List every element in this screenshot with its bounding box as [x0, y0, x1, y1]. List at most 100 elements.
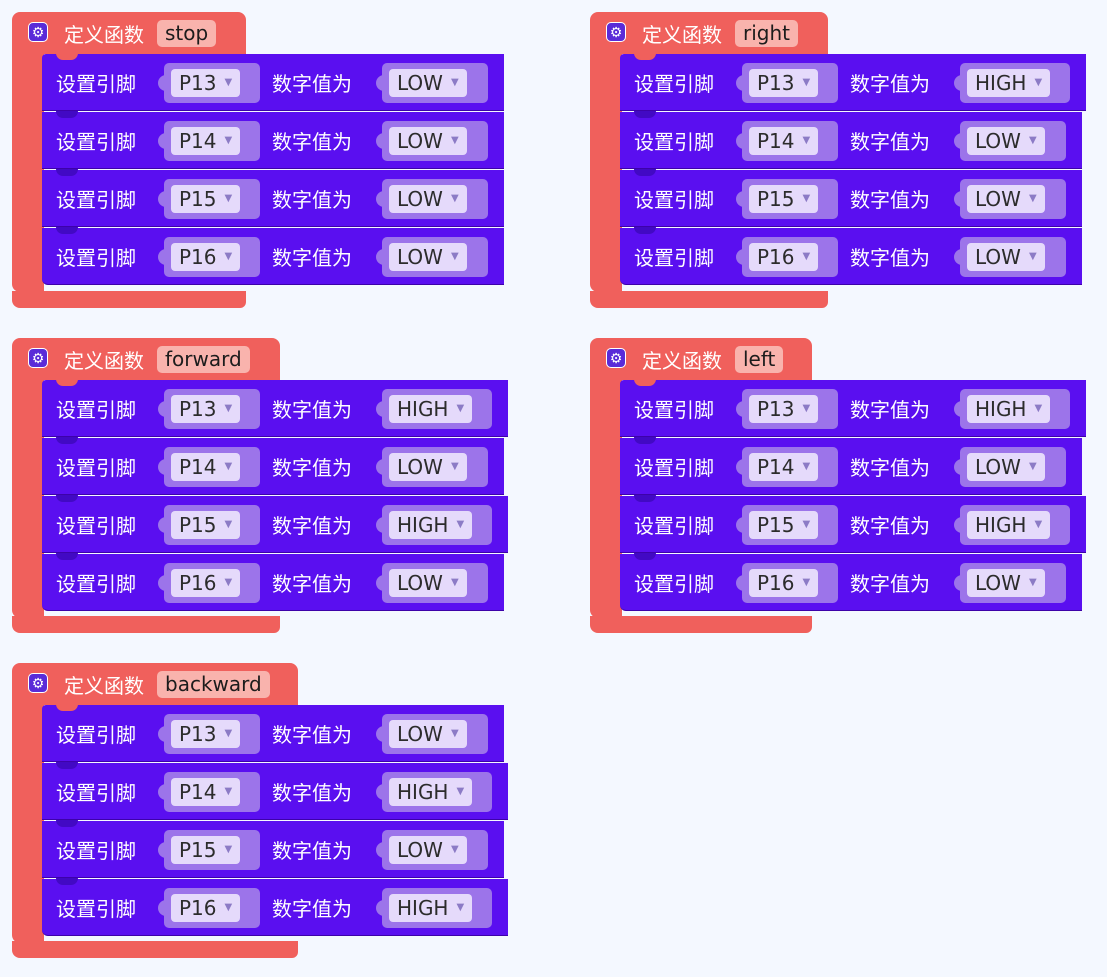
set-pin-block[interactable]: 设置引脚 P13 ▼ 数字值为 HIGH ▼ — [620, 53, 1086, 111]
pin-dropdown[interactable]: P16 ▼ — [171, 243, 241, 271]
level-dropdown[interactable]: LOW ▼ — [389, 836, 467, 864]
dropdown-caret-icon: ▼ — [224, 250, 233, 262]
set-pin-block[interactable]: 设置引脚 P13 ▼ 数字值为 LOW ▼ — [42, 704, 504, 762]
level-dropdown[interactable]: LOW ▼ — [389, 569, 467, 597]
pin-dropdown[interactable]: P14 ▼ — [171, 453, 241, 481]
block-notch — [56, 762, 78, 769]
pin-dropdown[interactable]: P16 ▼ — [171, 894, 241, 922]
function-name-field[interactable]: right — [735, 20, 798, 47]
level-dropdown[interactable]: HIGH ▼ — [389, 511, 473, 539]
set-pin-block[interactable]: 设置引脚 P16 ▼ 数字值为 LOW ▼ — [620, 227, 1082, 285]
level-value: HIGH — [397, 896, 449, 920]
set-pin-block[interactable]: 设置引脚 P13 ▼ 数字值为 HIGH ▼ — [42, 379, 508, 437]
gear-icon[interactable]: ⚙ — [28, 348, 48, 368]
pin-dropdown[interactable]: P14 ▼ — [171, 778, 241, 806]
pin-dropdown[interactable]: P13 ▼ — [749, 395, 819, 423]
level-dropdown[interactable]: LOW ▼ — [389, 185, 467, 213]
set-pin-block[interactable]: 设置引脚 P16 ▼ 数字值为 HIGH ▼ — [42, 878, 508, 936]
function-name-field[interactable]: left — [735, 346, 784, 373]
level-dropdown[interactable]: HIGH ▼ — [967, 69, 1051, 97]
block-notch — [56, 53, 78, 60]
set-pin-block[interactable]: 设置引脚 P15 ▼ 数字值为 LOW ▼ — [620, 169, 1082, 227]
set-pin-label: 设置引脚 — [634, 130, 714, 154]
level-dropdown[interactable]: HIGH ▼ — [967, 511, 1051, 539]
function-name-field[interactable]: backward — [157, 671, 270, 698]
function-block-forward[interactable]: ⚙ 定义函数 forward 设置引脚 P13 ▼ 数字值为 HIGH ▼ 设置引脚… — [12, 338, 508, 634]
pin-dropdown[interactable]: P16 ▼ — [749, 243, 819, 271]
pin-dropdown[interactable]: P13 ▼ — [749, 69, 819, 97]
value-input-slot: HIGH ▼ — [954, 505, 1070, 545]
set-pin-block[interactable]: 设置引脚 P15 ▼ 数字值为 LOW ▼ — [42, 820, 504, 878]
define-function-label: 定义函数 — [642, 23, 722, 47]
level-dropdown[interactable]: LOW ▼ — [389, 720, 467, 748]
function-name-field[interactable]: forward — [157, 346, 250, 373]
set-pin-block[interactable]: 设置引脚 P13 ▼ 数字值为 HIGH ▼ — [620, 379, 1086, 437]
block-notch — [56, 878, 78, 885]
set-pin-block[interactable]: 设置引脚 P15 ▼ 数字值为 LOW ▼ — [42, 169, 504, 227]
value-input-slot: LOW ▼ — [954, 121, 1066, 161]
pin-dropdown[interactable]: P14 ▼ — [749, 127, 819, 155]
dropdown-caret-icon: ▼ — [450, 192, 459, 204]
pin-dropdown[interactable]: P14 ▼ — [749, 453, 819, 481]
pin-dropdown[interactable]: P13 ▼ — [171, 720, 241, 748]
function-header[interactable]: ⚙ 定义函数 left — [590, 338, 812, 380]
level-dropdown[interactable]: LOW ▼ — [967, 243, 1045, 271]
pin-input-slot: P14 ▼ — [158, 121, 260, 161]
function-header[interactable]: ⚙ 定义函数 backward — [12, 663, 298, 705]
level-dropdown[interactable]: LOW ▼ — [389, 127, 467, 155]
level-dropdown[interactable]: LOW ▼ — [967, 569, 1045, 597]
function-header[interactable]: ⚙ 定义函数 forward — [12, 338, 280, 380]
function-footer — [12, 291, 246, 308]
level-dropdown[interactable]: LOW ▼ — [389, 69, 467, 97]
set-pin-block[interactable]: 设置引脚 P16 ▼ 数字值为 LOW ▼ — [42, 227, 504, 285]
function-block-right[interactable]: ⚙ 定义函数 right 设置引脚 P13 ▼ 数字值为 HIGH ▼ 设置引脚 P… — [590, 12, 1086, 308]
value-input-slot: HIGH ▼ — [376, 888, 492, 928]
level-dropdown[interactable]: LOW ▼ — [967, 185, 1045, 213]
pin-dropdown[interactable]: P13 ▼ — [171, 395, 241, 423]
gear-icon[interactable]: ⚙ — [606, 348, 626, 368]
level-dropdown[interactable]: LOW ▼ — [389, 243, 467, 271]
function-block-left[interactable]: ⚙ 定义函数 left 设置引脚 P13 ▼ 数字值为 HIGH ▼ 设置引脚 P1… — [590, 338, 1086, 634]
set-pin-block[interactable]: 设置引脚 P14 ▼ 数字值为 LOW ▼ — [42, 437, 504, 495]
pin-dropdown[interactable]: P15 ▼ — [171, 185, 241, 213]
function-header[interactable]: ⚙ 定义函数 right — [590, 12, 828, 54]
pin-dropdown[interactable]: P16 ▼ — [749, 569, 819, 597]
set-pin-block[interactable]: 设置引脚 P14 ▼ 数字值为 LOW ▼ — [620, 111, 1082, 169]
level-dropdown[interactable]: HIGH ▼ — [967, 395, 1051, 423]
function-header[interactable]: ⚙ 定义函数 stop — [12, 12, 246, 54]
pin-dropdown[interactable]: P15 ▼ — [749, 185, 819, 213]
level-dropdown[interactable]: HIGH ▼ — [389, 395, 473, 423]
gear-icon[interactable]: ⚙ — [28, 673, 48, 693]
pin-dropdown[interactable]: P15 ▼ — [171, 511, 241, 539]
dropdown-caret-icon: ▼ — [456, 518, 465, 530]
set-pin-block[interactable]: 设置引脚 P16 ▼ 数字值为 LOW ▼ — [42, 553, 504, 611]
pin-dropdown[interactable]: P13 ▼ — [171, 69, 241, 97]
level-dropdown[interactable]: HIGH ▼ — [389, 894, 473, 922]
function-name-field[interactable]: stop — [157, 20, 217, 47]
gear-icon[interactable]: ⚙ — [28, 22, 48, 42]
value-input-slot: LOW ▼ — [954, 179, 1066, 219]
gear-icon[interactable]: ⚙ — [606, 22, 626, 42]
level-dropdown[interactable]: HIGH ▼ — [389, 778, 473, 806]
block-notch — [56, 553, 78, 560]
set-pin-block[interactable]: 设置引脚 P14 ▼ 数字值为 LOW ▼ — [620, 437, 1082, 495]
function-block-backward[interactable]: ⚙ 定义函数 backward 设置引脚 P13 ▼ 数字值为 LOW ▼ 设置引脚… — [12, 663, 508, 959]
pin-dropdown[interactable]: P15 ▼ — [171, 836, 241, 864]
set-pin-block[interactable]: 设置引脚 P14 ▼ 数字值为 HIGH ▼ — [42, 762, 508, 820]
value-input-slot: LOW ▼ — [954, 237, 1066, 277]
set-pin-label: 设置引脚 — [56, 781, 136, 805]
set-pin-block[interactable]: 设置引脚 P16 ▼ 数字值为 LOW ▼ — [620, 553, 1082, 611]
pin-dropdown[interactable]: P16 ▼ — [171, 569, 241, 597]
level-dropdown[interactable]: LOW ▼ — [389, 453, 467, 481]
level-dropdown[interactable]: LOW ▼ — [967, 453, 1045, 481]
set-pin-block[interactable]: 设置引脚 P15 ▼ 数字值为 HIGH ▼ — [42, 495, 508, 553]
pin-dropdown[interactable]: P15 ▼ — [749, 511, 819, 539]
pin-dropdown[interactable]: P14 ▼ — [171, 127, 241, 155]
set-pin-block[interactable]: 设置引脚 P14 ▼ 数字值为 LOW ▼ — [42, 111, 504, 169]
set-pin-block[interactable]: 设置引脚 P13 ▼ 数字值为 LOW ▼ — [42, 53, 504, 111]
level-value: LOW — [975, 187, 1021, 211]
value-input-slot: LOW ▼ — [376, 237, 488, 277]
function-block-stop[interactable]: ⚙ 定义函数 stop 设置引脚 P13 ▼ 数字值为 LOW ▼ 设置引脚 P14… — [12, 12, 504, 308]
level-dropdown[interactable]: LOW ▼ — [967, 127, 1045, 155]
set-pin-block[interactable]: 设置引脚 P15 ▼ 数字值为 HIGH ▼ — [620, 495, 1086, 553]
